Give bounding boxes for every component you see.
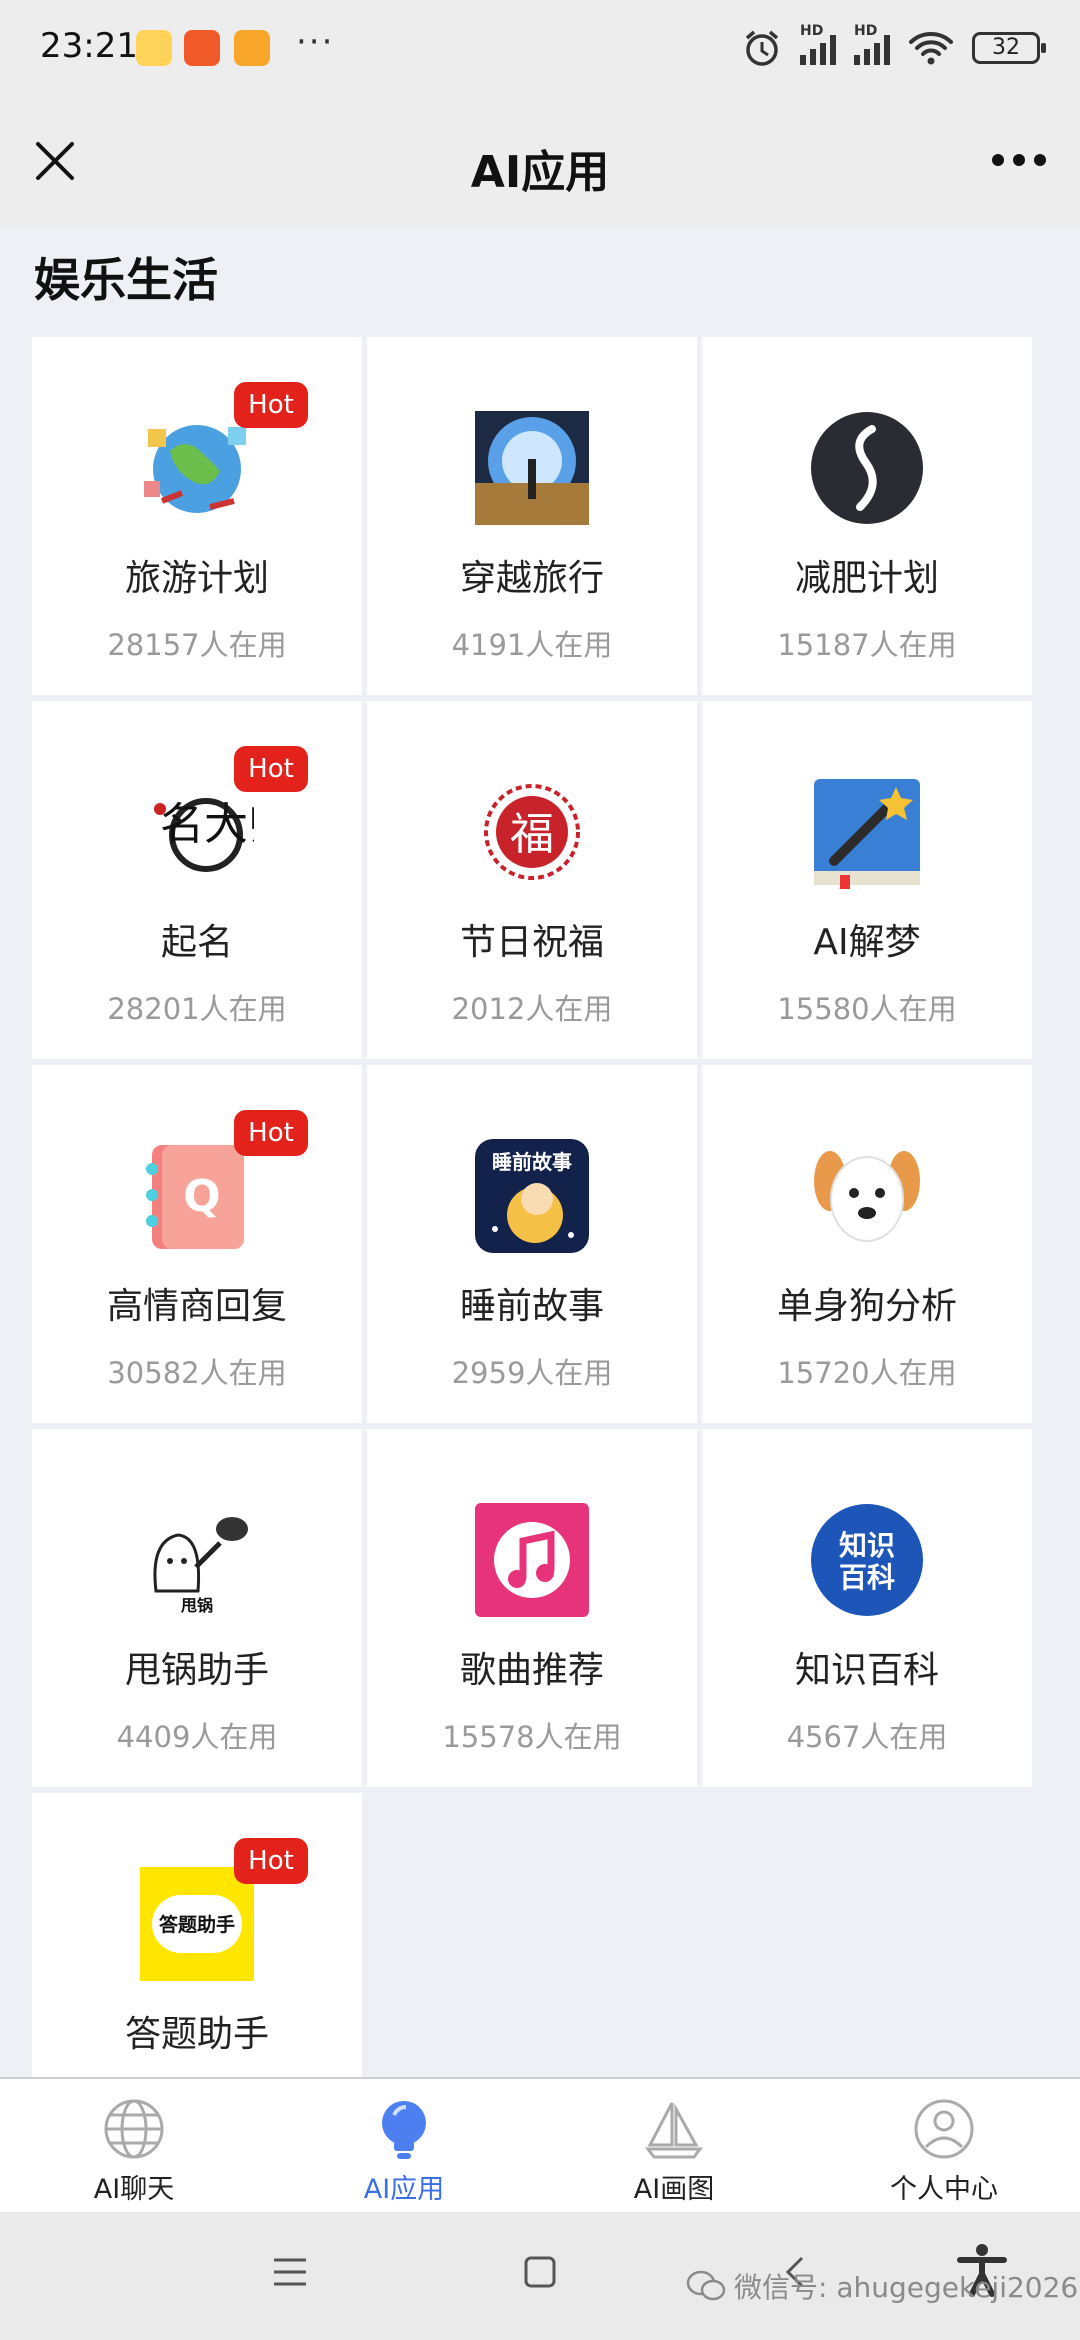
svg-text:答题助手: 答题助手 (159, 1913, 235, 1936)
svg-text:甩锅: 甩锅 (180, 1596, 213, 1615)
app-name: 起名 (160, 922, 233, 963)
status-bar: 23:21 ··· HD HD 32 (0, 0, 1080, 100)
naming-calligraphy-icon: 名大师 (154, 798, 254, 872)
globe-icon (104, 2099, 164, 2159)
fu-blessing-icon: 福 (484, 784, 580, 880)
app-user-count: 4191人在用 (451, 628, 613, 662)
app-card[interactable]: 单身狗分析 15720人在用 (702, 1065, 1032, 1423)
body-curve-icon (811, 412, 923, 524)
app-card[interactable]: 歌曲推荐 15578人在用 (367, 1429, 697, 1787)
app-card[interactable]: 答题助手 Hot 答题助手 (32, 1793, 362, 2077)
app-card[interactable]: 福 节日祝福 2012人在用 (367, 701, 697, 1059)
time-travel-portal-icon (475, 411, 589, 525)
app-card[interactable]: Q Hot 高情商回复 30582人在用 (32, 1065, 362, 1423)
app-user-count: 15580人在用 (777, 992, 957, 1026)
svg-text:知识百科: 知识百科 (839, 1529, 895, 1594)
app-card[interactable]: 知识百科 知识百科 4567人在用 (702, 1429, 1032, 1787)
wechat-icon (686, 2270, 726, 2301)
app-name: 穿越旅行 (459, 558, 604, 599)
app-name: 知识百科 (794, 1650, 939, 1691)
battery-icon: 32 (972, 32, 1046, 64)
app-user-count: 4409人在用 (116, 1720, 278, 1754)
sailboat-icon (645, 2102, 703, 2159)
nav-label: AI聊天 (93, 2174, 175, 2205)
app-card[interactable]: 减肥计划 15187人在用 (702, 337, 1032, 695)
watermark: 微信号: ahugegekeji2026 (686, 2266, 1078, 2306)
app-user-count: 15187人在用 (777, 628, 957, 662)
notebook-q-icon: Q (146, 1145, 244, 1249)
app-card[interactable]: Hot 旅游计划 28157人在用 (32, 337, 362, 695)
nav-label: 个人中心 (890, 2174, 998, 2205)
hot-badge: Hot (234, 1838, 308, 1884)
app-name: 旅游计划 (124, 558, 269, 599)
nav-label: AI画图 (633, 2174, 715, 2205)
app-user-count: 15720人在用 (777, 1356, 957, 1390)
app-name: 答题助手 (124, 2014, 269, 2055)
menu-icon[interactable] (270, 2252, 310, 2292)
magic-book-icon (814, 779, 920, 889)
wifi-icon (909, 32, 953, 65)
app-name: 睡前故事 (459, 1286, 604, 1327)
app-user-count: 2959人在用 (451, 1356, 613, 1390)
app-name: 歌曲推荐 (459, 1650, 604, 1691)
notification-app-icon (184, 30, 220, 66)
nav-item-ai-draw[interactable]: AI画图 (574, 2097, 774, 2209)
nav-item-profile[interactable]: 个人中心 (844, 2097, 1044, 2209)
throw-pan-icon: 甩锅 (153, 1517, 248, 1615)
bottom-nav: AI聊天 AI应用 AI画图 个人中心 (0, 2077, 1080, 2212)
page-title: AI应用 (470, 147, 610, 198)
svg-text:睡前故事: 睡前故事 (492, 1150, 572, 1174)
app-name: 减肥计划 (794, 558, 939, 599)
app-user-count: 2012人在用 (451, 992, 613, 1026)
home-square-icon[interactable] (520, 2252, 560, 2292)
music-note-icon (475, 1503, 589, 1617)
system-nav-bar: 微信号: ahugegekeji2026 (0, 2212, 1080, 2340)
app-user-count: 28201人在用 (107, 992, 287, 1026)
travel-globe-icon (144, 425, 246, 513)
hot-badge: Hot (234, 746, 308, 792)
app-card[interactable]: 穿越旅行 4191人在用 (367, 337, 697, 695)
svg-text:名大师: 名大师 (160, 799, 254, 850)
app-user-count: 30582人在用 (107, 1356, 287, 1390)
status-time: 23:21 (40, 26, 138, 66)
alarm-icon (745, 30, 779, 66)
lightbulb-icon (382, 2101, 426, 2159)
notification-app-icon (234, 30, 270, 66)
app-card[interactable]: 甩锅 甩锅助手 4409人在用 (32, 1429, 362, 1787)
bedtime-story-icon: 睡前故事 (475, 1139, 589, 1253)
app-card[interactable]: 睡前故事 睡前故事 2959人在用 (367, 1065, 697, 1423)
nav-item-ai-apps[interactable]: AI应用 (304, 2097, 504, 2209)
encyclopedia-icon: 知识百科 (811, 1504, 923, 1616)
more-notifications-icon: ··· (296, 22, 335, 62)
hot-badge: Hot (234, 382, 308, 428)
nav-item-ai-chat[interactable]: AI聊天 (34, 2097, 234, 2209)
puppy-icon (814, 1151, 920, 1242)
svg-text:Q: Q (183, 1171, 220, 1222)
app-user-count: 15578人在用 (442, 1720, 622, 1754)
app-name: 高情商回复 (106, 1286, 287, 1327)
app-name: 节日祝福 (459, 922, 604, 963)
title-bar: AI应用 (0, 100, 1080, 228)
app-card[interactable]: 名大师 Hot 起名 28201人在用 (32, 701, 362, 1059)
user-icon (914, 2099, 974, 2159)
app-name: 甩锅助手 (124, 1650, 269, 1691)
svg-text:福: 福 (510, 809, 554, 860)
quiz-helper-icon: 答题助手 (140, 1867, 254, 1981)
app-name: 单身狗分析 (776, 1286, 957, 1327)
notification-app-icon (136, 30, 172, 66)
app-user-count: 4567人在用 (786, 1720, 948, 1754)
signal-icon: HD (800, 23, 836, 65)
more-options-button[interactable] (992, 154, 1046, 168)
app-user-count: 28157人在用 (107, 628, 287, 662)
hot-badge: Hot (234, 1110, 308, 1156)
app-card[interactable]: AI解梦 15580人在用 (702, 701, 1032, 1059)
section-title: 娱乐生活 (34, 253, 218, 307)
watermark-text: 微信号: ahugegekeji2026 (734, 2271, 1079, 2304)
signal-icon: HD (854, 23, 890, 65)
nav-label: AI应用 (363, 2174, 445, 2205)
app-name: AI解梦 (813, 922, 921, 963)
